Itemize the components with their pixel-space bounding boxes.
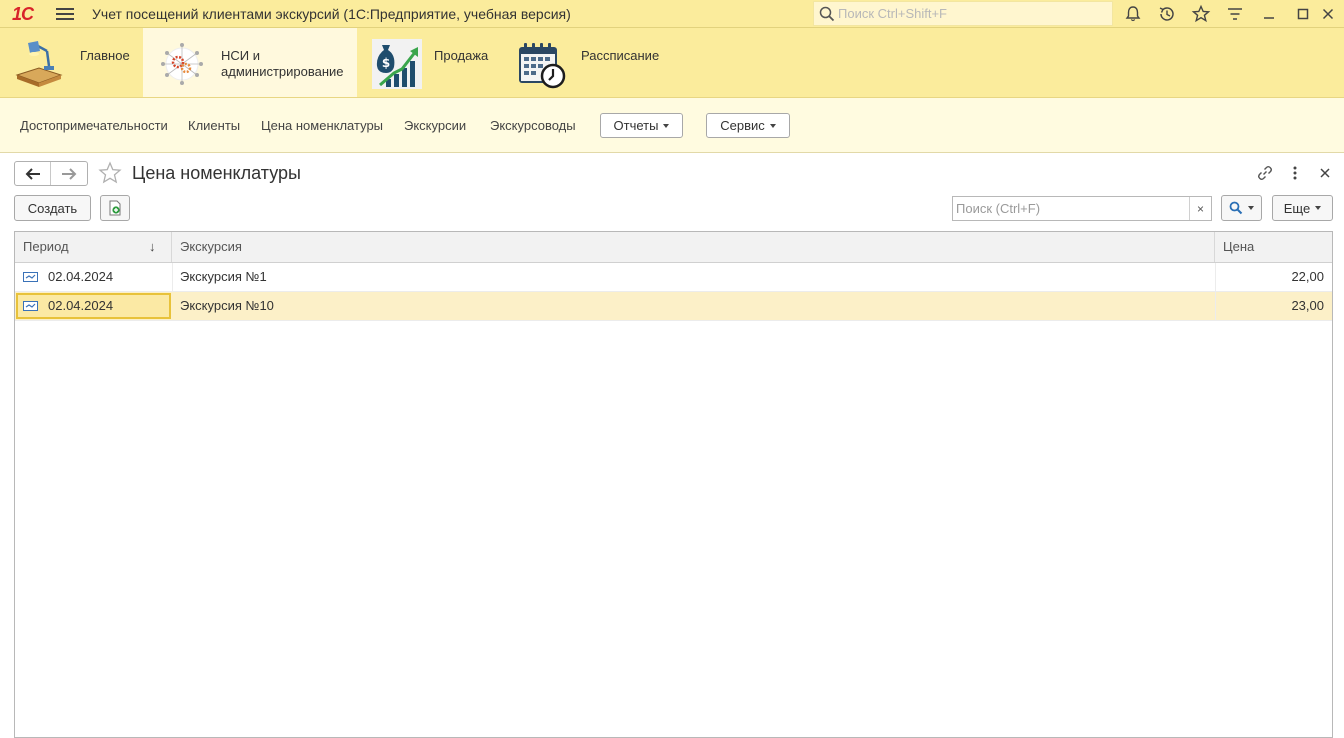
functions-menu-icon[interactable] (1225, 4, 1245, 24)
cmd-price-list[interactable]: Цена номенклатуры (261, 118, 383, 133)
maximize-icon[interactable] (1293, 4, 1313, 24)
column-header-excursion[interactable]: Экскурсия (172, 232, 1215, 262)
close-window-icon[interactable] (1318, 4, 1338, 24)
table-header: Период ↓ Экскурсия Цена (15, 232, 1332, 263)
section-label: Рассписание (581, 48, 660, 63)
section-nsi-admin[interactable]: НСИ и администрирование (143, 28, 357, 97)
link-icon[interactable] (1256, 164, 1274, 182)
service-label: Сервис (720, 118, 765, 133)
arrow-left-icon (25, 167, 40, 180)
sort-desc-icon: ↓ (149, 239, 156, 254)
cmd-clients[interactable]: Клиенты (188, 118, 240, 133)
register-record-icon (23, 272, 38, 282)
column-label: Экскурсия (180, 239, 242, 254)
table-row[interactable]: 02.04.2024 Экскурсия №1 22,00 (15, 263, 1332, 292)
column-label: Период (23, 239, 69, 254)
section-schedule[interactable]: Рассписание (502, 28, 682, 97)
clear-search-icon[interactable]: × (1189, 197, 1211, 220)
section-label: Главное (80, 48, 130, 63)
search-icon (1229, 201, 1243, 215)
chevron-down-icon (769, 123, 776, 128)
cell-price: 23,00 (1291, 298, 1324, 313)
section-main[interactable]: Главное (0, 28, 142, 97)
more-actions-button[interactable]: Еще (1272, 195, 1333, 221)
chevron-down-icon (1248, 206, 1254, 210)
register-record-icon (23, 301, 38, 311)
reports-dropdown-button[interactable]: Отчеты (600, 113, 683, 138)
cmd-guides[interactable]: Экскурсоводы (490, 118, 576, 133)
more-vertical-icon[interactable] (1286, 164, 1304, 182)
list-search-input[interactable] (953, 201, 1189, 216)
money-bag-growth-icon: $ (372, 39, 422, 89)
gears-network-icon (161, 43, 203, 85)
price-table: Период ↓ Экскурсия Цена 02.04.2024 Экску… (14, 231, 1333, 738)
column-divider (172, 263, 173, 291)
create-button[interactable]: Создать (14, 195, 91, 221)
column-divider (1215, 292, 1216, 320)
app-logo: 1С (12, 4, 34, 24)
copy-button[interactable] (100, 195, 130, 221)
cmd-excursions[interactable]: Экскурсии (404, 118, 466, 133)
minimize-icon[interactable] (1259, 4, 1279, 24)
title-bar: 1С Учет посещений клиентами экскурсий (1… (0, 0, 1344, 28)
column-header-price[interactable]: Цена (1215, 232, 1332, 262)
column-header-period[interactable]: Период ↓ (15, 232, 172, 262)
cell-period: 02.04.2024 (48, 298, 114, 313)
back-button[interactable] (15, 162, 51, 185)
add-document-icon (109, 200, 121, 216)
favorite-star-icon[interactable] (98, 161, 122, 185)
chevron-down-icon (1315, 206, 1322, 210)
global-search[interactable] (813, 1, 1113, 26)
sections-panel: Главное НСИ и администрирование $ Продаж… (0, 28, 1344, 98)
page-title: Цена номенклатуры (132, 163, 301, 183)
section-sales[interactable]: $ Продажа (358, 28, 500, 97)
more-label: Еще (1283, 200, 1311, 216)
service-dropdown-button[interactable]: Сервис (706, 113, 790, 138)
close-form-icon[interactable] (1316, 164, 1334, 182)
app-title: Учет посещений клиентами экскурсий (1С:П… (92, 6, 571, 22)
section-label: НСИ и администрирование (221, 48, 344, 79)
navigation-buttons (14, 161, 88, 186)
history-icon[interactable] (1157, 4, 1177, 24)
search-options-button[interactable] (1221, 195, 1262, 221)
table-row-selected[interactable]: 02.04.2024 Экскурсия №10 23,00 (15, 292, 1332, 321)
section-label: Продажа (434, 48, 489, 63)
column-label: Цена (1223, 239, 1255, 254)
bell-icon[interactable] (1123, 4, 1143, 24)
search-icon (819, 6, 835, 21)
favorites-star-icon[interactable] (1191, 4, 1211, 24)
svg-text:$: $ (382, 56, 390, 70)
main-menu-icon[interactable] (56, 6, 74, 22)
cell-excursion: Экскурсия №10 (180, 298, 274, 313)
global-search-input[interactable] (838, 6, 1098, 21)
calendar-clock-icon (519, 43, 566, 89)
cell-period: 02.04.2024 (48, 269, 114, 284)
commands-panel: Достопримечательности Клиенты Цена номен… (0, 98, 1344, 153)
cell-price: 22,00 (1291, 269, 1324, 284)
desk-lamp-icon (15, 41, 63, 87)
cmd-landmarks[interactable]: Достопримечательности (20, 118, 168, 133)
reports-label: Отчеты (613, 118, 659, 133)
forward-button[interactable] (51, 162, 87, 185)
list-search: × (952, 196, 1212, 221)
arrow-right-icon (62, 167, 77, 180)
cell-excursion: Экскурсия №1 (180, 269, 267, 284)
column-divider (1215, 263, 1216, 291)
chevron-down-icon (663, 123, 670, 128)
